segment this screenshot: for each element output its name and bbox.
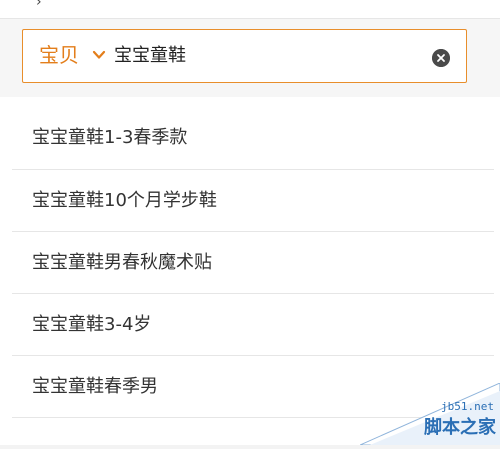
chevron-down-icon[interactable] xyxy=(91,47,107,63)
watermark-name: 脚本之家 xyxy=(424,417,496,438)
search-box[interactable]: 宝贝 宝宝童鞋 xyxy=(22,29,467,83)
search-input[interactable]: 宝宝童鞋 xyxy=(114,45,186,67)
top-bar: › xyxy=(0,0,500,19)
watermark: jb51.net 脚本之家 xyxy=(359,382,500,446)
suggestion-item[interactable]: 宝宝童鞋10个月学步鞋 xyxy=(12,170,494,232)
suggestion-text: 宝宝童鞋男春秋魔术贴 xyxy=(32,252,212,273)
search-area: 宝贝 宝宝童鞋 xyxy=(0,19,500,97)
suggestion-item[interactable]: 宝宝童鞋1-3春季款 xyxy=(12,97,494,170)
suggestion-text: 宝宝童鞋春季男 xyxy=(32,376,158,397)
suggestion-text: 宝宝童鞋10个月学步鞋 xyxy=(32,190,217,211)
back-icon[interactable]: › xyxy=(36,0,42,10)
suggestion-text: 宝宝童鞋1-3春季款 xyxy=(32,127,188,148)
watermark-url: jb51.net xyxy=(441,400,494,413)
clear-icon[interactable] xyxy=(432,49,450,67)
search-scope-label[interactable]: 宝贝 xyxy=(39,43,79,67)
suggestion-item[interactable]: 宝宝童鞋男春秋魔术贴 xyxy=(12,232,494,294)
suggestion-item[interactable]: 宝宝童鞋3-4岁 xyxy=(12,294,494,356)
suggestion-text: 宝宝童鞋3-4岁 xyxy=(32,314,152,335)
